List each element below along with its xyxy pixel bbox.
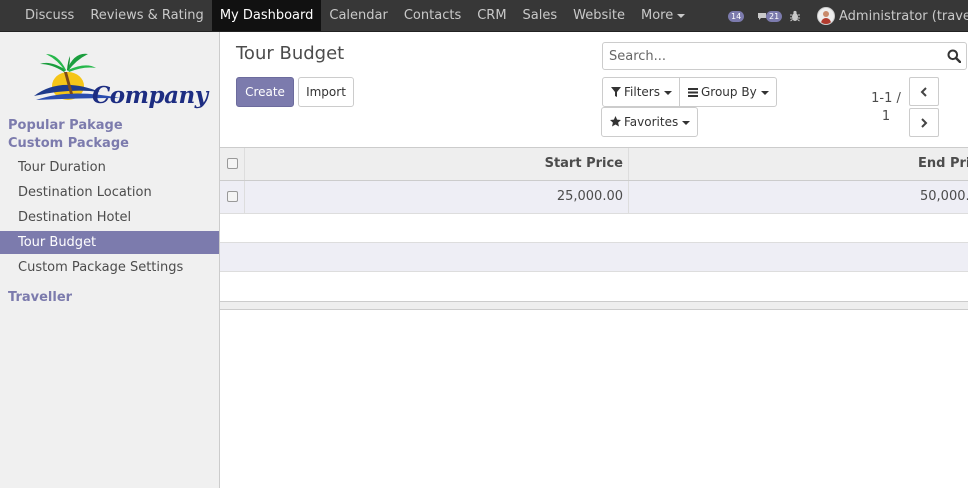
table-row-empty: [220, 272, 968, 301]
column-divider: [244, 148, 245, 180]
bug-icon: [790, 10, 800, 22]
favorites-label: Favorites: [624, 115, 679, 129]
group-by-button[interactable]: Group By: [679, 77, 777, 107]
pager-value[interactable]: 1-1 / 1: [866, 90, 906, 126]
section-popular-package[interactable]: Popular Pakage: [8, 118, 123, 133]
user-name: Administrator (travel11: [839, 8, 968, 24]
messages-count-badge: 14: [728, 10, 745, 22]
search-icon[interactable]: [947, 49, 961, 63]
chat-indicator[interactable]: 21: [757, 7, 783, 25]
search-box: [602, 42, 967, 70]
chevron-left-icon: [920, 86, 927, 97]
debug-indicator[interactable]: [789, 7, 801, 25]
select-all-checkbox[interactable]: [227, 158, 238, 169]
pager-next-button[interactable]: [909, 108, 939, 137]
sidebar-item-custom-package-settings[interactable]: Custom Package Settings: [0, 256, 219, 279]
caret-down-icon: [682, 120, 691, 125]
list-icon: [688, 88, 698, 97]
import-button[interactable]: Import: [298, 77, 354, 107]
sidebar-item-destination-location[interactable]: Destination Location: [0, 181, 219, 204]
menu-contacts[interactable]: Contacts: [396, 0, 469, 31]
menu-more-label: More: [640, 8, 674, 23]
chat-count-badge: 21: [766, 10, 783, 22]
column-divider: [628, 181, 629, 213]
systray: 14 21 Administrator (travel11: [726, 0, 968, 32]
company-logo: Company: [30, 48, 208, 118]
page-title: Tour Budget: [236, 43, 345, 64]
avatar: [817, 7, 835, 25]
sidebar: Company Popular Pakage Custom Package To…: [0, 32, 220, 488]
filters-button[interactable]: Filters: [602, 77, 680, 107]
favorites-button[interactable]: Favorites: [601, 107, 698, 137]
user-menu[interactable]: Administrator (travel11: [817, 6, 968, 26]
menu-website[interactable]: Website: [565, 0, 633, 31]
sidebar-item-destination-hotel[interactable]: Destination Hotel: [0, 206, 219, 229]
list-view-table: Start Price End Pric 25,000.00 50,000.0: [220, 147, 968, 310]
table-row[interactable]: 25,000.00 50,000.0: [220, 181, 968, 214]
caret-down-icon: [677, 13, 686, 18]
column-divider: [244, 181, 245, 213]
app-menu: Discuss Reviews & Rating My Dashboard Ca…: [17, 0, 693, 32]
chevron-right-icon: [921, 117, 928, 128]
messages-indicator[interactable]: 14: [728, 7, 745, 25]
menu-my-dashboard[interactable]: My Dashboard: [211, 0, 322, 31]
table-header: Start Price End Pric: [220, 147, 968, 181]
search-input[interactable]: [603, 43, 933, 69]
create-button[interactable]: Create: [236, 77, 294, 107]
menu-more[interactable]: More: [633, 0, 693, 31]
table-row-empty: [220, 243, 968, 272]
sidebar-item-tour-budget[interactable]: Tour Budget: [0, 231, 219, 254]
table-row-empty: [220, 214, 968, 243]
section-traveller[interactable]: Traveller: [8, 290, 72, 305]
pager-previous-button[interactable]: [909, 77, 939, 106]
top-navbar: Discuss Reviews & Rating My Dashboard Ca…: [0, 0, 968, 32]
menu-crm[interactable]: CRM: [469, 0, 514, 31]
caret-down-icon: [760, 90, 769, 95]
menu-sales[interactable]: Sales: [515, 0, 566, 31]
section-custom-package[interactable]: Custom Package: [8, 136, 129, 151]
cell-end-price: 50,000.0: [920, 189, 968, 204]
logo-text: Company: [92, 82, 208, 109]
column-header-end-price[interactable]: End Pric: [918, 156, 968, 171]
group-by-label: Group By: [701, 85, 757, 99]
menu-calendar[interactable]: Calendar: [321, 0, 395, 31]
column-header-start-price[interactable]: Start Price: [545, 156, 623, 171]
sidebar-item-tour-duration[interactable]: Tour Duration: [0, 156, 219, 179]
cell-start-price: 25,000.00: [556, 189, 623, 204]
star-icon: [610, 116, 621, 127]
table-footer: [220, 301, 968, 310]
filters-label: Filters: [624, 85, 660, 99]
column-divider: [628, 148, 629, 180]
filter-icon: [611, 87, 621, 97]
caret-down-icon: [663, 90, 672, 95]
menu-reviews-rating[interactable]: Reviews & Rating: [82, 0, 211, 31]
row-checkbox[interactable]: [227, 191, 238, 202]
menu-discuss[interactable]: Discuss: [17, 0, 82, 31]
